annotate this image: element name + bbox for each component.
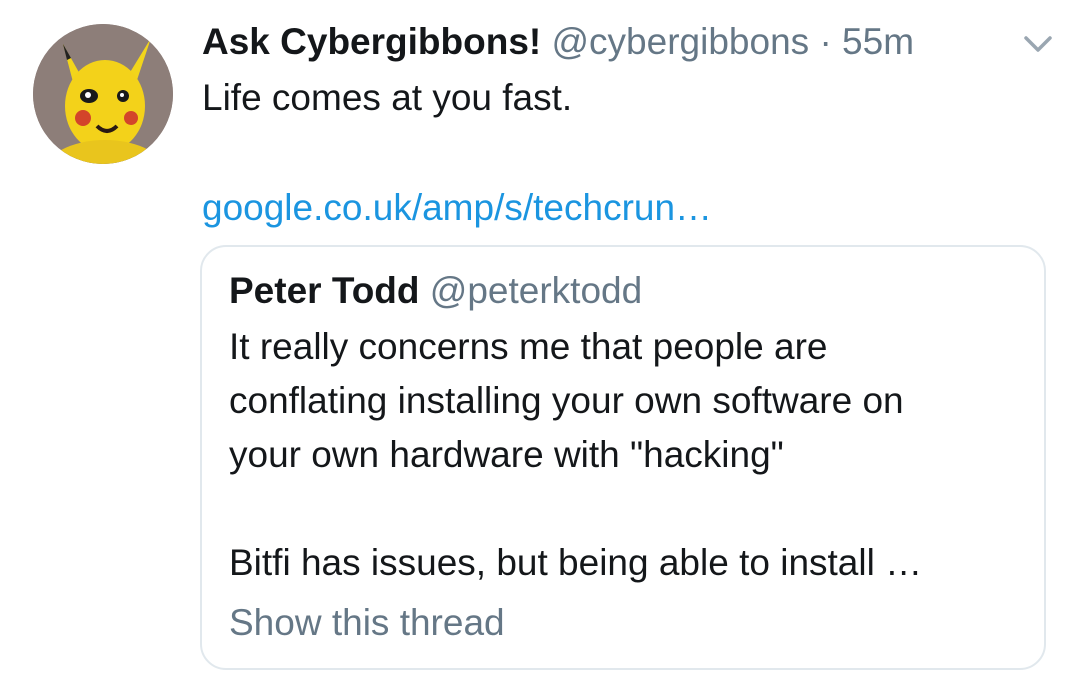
quoted-text-line: conflating installing your own software … [229, 380, 904, 421]
avatar[interactable] [33, 24, 173, 164]
quoted-tweet-card[interactable]: Peter Todd @peterktodd It really concern… [200, 245, 1046, 670]
tweet-link[interactable]: google.co.uk/amp/s/techcrun… [202, 184, 712, 232]
tweet-header: Ask Cybergibbons! @cybergibbons · 55m [202, 18, 1002, 66]
tweet-timestamp[interactable]: 55m [842, 21, 914, 62]
quoted-tweet-text: It really concerns me that people are co… [229, 320, 1029, 590]
quoted-text-line: your own hardware with "hacking" [229, 434, 784, 475]
separator-dot: · [819, 21, 832, 62]
quoted-display-name: Peter Todd [229, 270, 420, 311]
display-name[interactable]: Ask Cybergibbons! [202, 21, 541, 62]
user-handle[interactable]: @cybergibbons [552, 21, 810, 62]
tweet-text: Life comes at you fast. [202, 77, 573, 118]
quoted-user-handle: @peterktodd [429, 270, 643, 311]
quoted-text-truncated-line: Bitfi has issues, but being able to inst… [229, 542, 923, 583]
quoted-tweet-header: Peter Todd @peterktodd [229, 267, 642, 315]
quoted-text-line: It really concerns me that people are [229, 326, 828, 367]
show-thread-link[interactable]: Show this thread [229, 599, 505, 647]
avatar-image [33, 24, 173, 164]
chevron-down-icon[interactable] [1018, 30, 1058, 58]
